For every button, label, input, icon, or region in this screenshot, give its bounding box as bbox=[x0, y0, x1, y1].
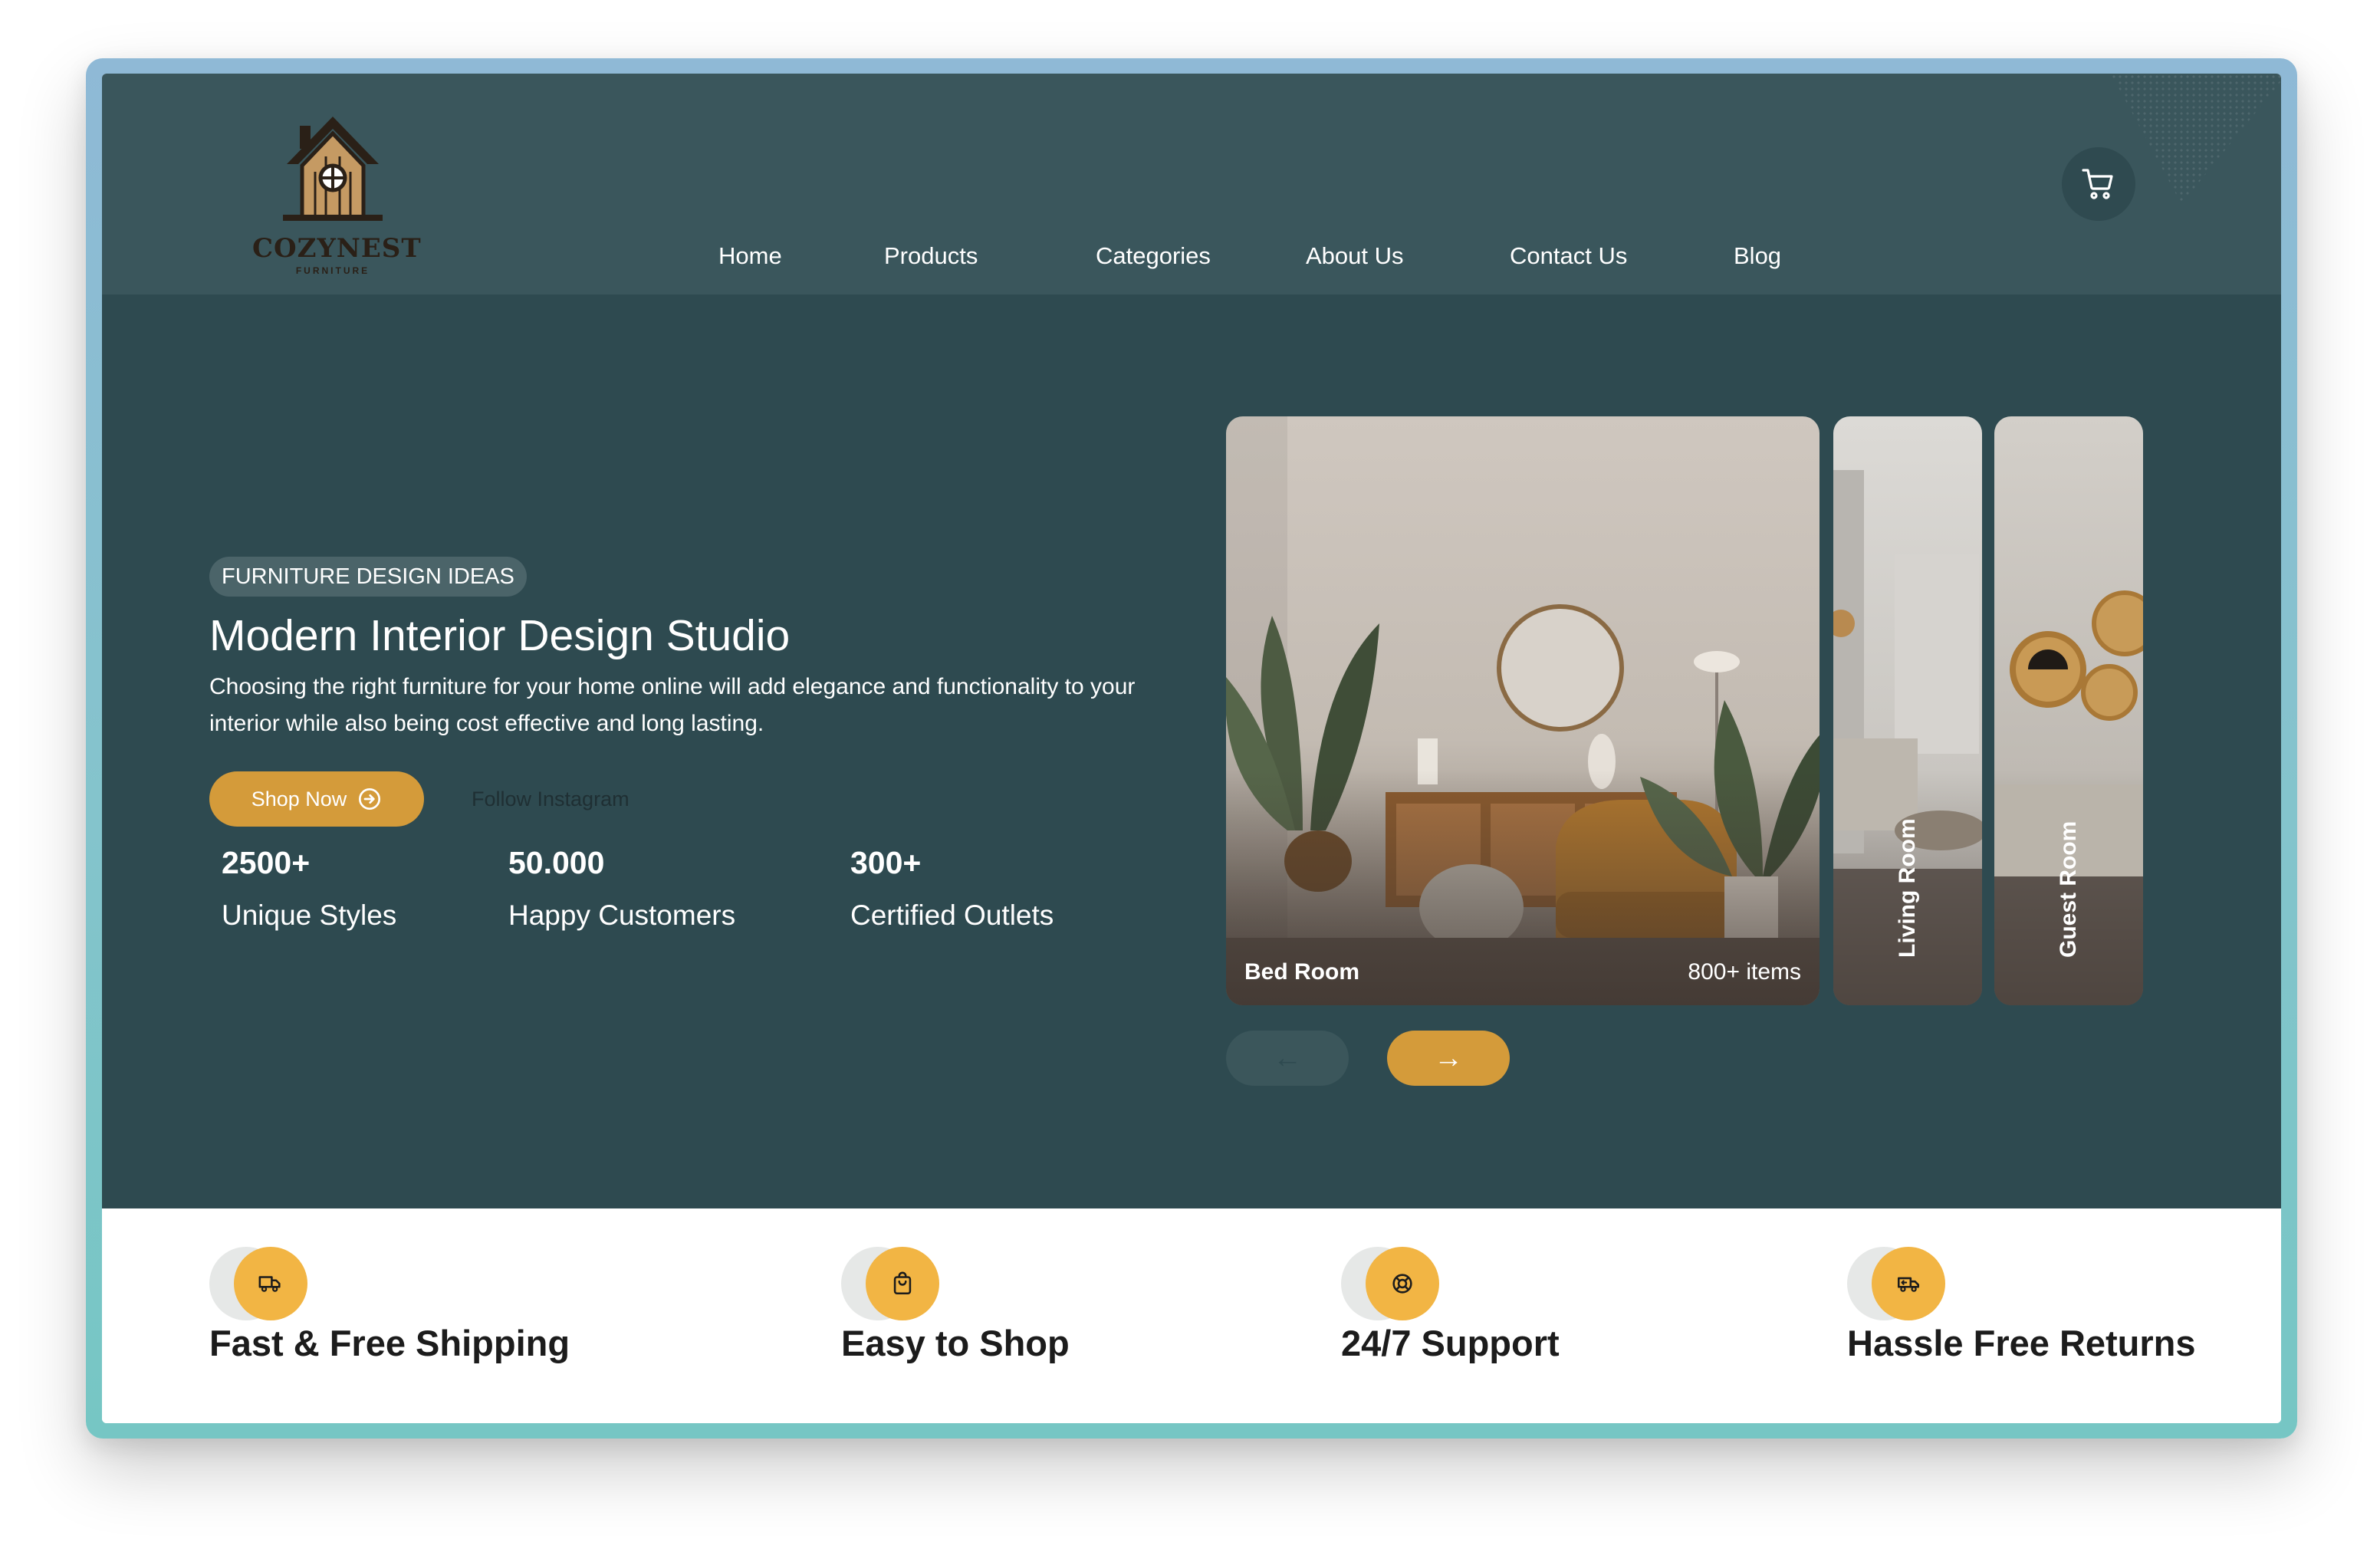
shop-now-button[interactable]: Shop Now bbox=[209, 771, 424, 827]
stat-value: 300+ bbox=[850, 845, 922, 880]
brand-name: COZYNEST bbox=[252, 233, 422, 264]
feature-title: 24/7 Support bbox=[1341, 1323, 1560, 1363]
feature-easy-shop: Easy to Shop bbox=[841, 1247, 1070, 1364]
shopping-bag-icon bbox=[893, 1271, 912, 1295]
card-title: Guest Room bbox=[2056, 820, 2081, 958]
nav-blog[interactable]: Blog bbox=[1734, 242, 1781, 270]
stat-value: 2500+ bbox=[222, 845, 311, 880]
card-item-count: 800+ items bbox=[1688, 959, 1801, 985]
return-truck-icon bbox=[1897, 1277, 1920, 1292]
feature-title: Fast & Free Shipping bbox=[209, 1323, 570, 1363]
features-section: Fast & Free Shipping Easy to Shop 24/7 S… bbox=[102, 1208, 2281, 1423]
icon-circle bbox=[866, 1247, 939, 1320]
follow-instagram-link[interactable]: Follow Instagram bbox=[472, 781, 630, 817]
prev-arrow-button[interactable]: ← bbox=[1226, 1031, 1349, 1086]
category-card-guest-room[interactable]: Guest Room bbox=[1994, 416, 2143, 1005]
nav-contact-us[interactable]: Contact Us bbox=[1510, 242, 1627, 270]
feature-title: Easy to Shop bbox=[841, 1323, 1070, 1363]
card-title: Living Room bbox=[1895, 818, 1920, 958]
page: COZYNEST FURNITURE Home Products Categor… bbox=[102, 74, 2281, 1423]
stat-happy-customers: 50.000 Happy Customers bbox=[508, 845, 735, 932]
feature-returns: Hassle Free Returns bbox=[1847, 1247, 2196, 1364]
hero-title: Modern Interior Design Studio bbox=[209, 611, 791, 660]
nav-categories[interactable]: Categories bbox=[1096, 242, 1211, 270]
next-arrow-button[interactable]: → bbox=[1387, 1031, 1510, 1086]
nav-about-us[interactable]: About Us bbox=[1306, 242, 1404, 270]
category-card-bed-room[interactable]: Bed Room 800+ items bbox=[1226, 416, 1820, 1005]
feature-icon-group bbox=[841, 1247, 941, 1320]
brand-subtitle: FURNITURE bbox=[295, 265, 370, 276]
bed-room-image bbox=[1226, 416, 1820, 1005]
feature-support: 24/7 Support bbox=[1341, 1247, 1560, 1364]
cart-icon bbox=[2082, 169, 2113, 199]
category-card-living-room[interactable]: Living Room bbox=[1833, 416, 1982, 1005]
hero-section: FURNITURE DESIGN IDEAS Modern Interior D… bbox=[102, 294, 2281, 1208]
stat-label: Happy Customers bbox=[508, 899, 736, 931]
stat-unique-styles: 2500+ Unique Styles bbox=[222, 845, 396, 932]
decorative-pattern bbox=[2111, 74, 2281, 204]
stat-label: Unique Styles bbox=[222, 899, 397, 931]
stat-label: Certified Outlets bbox=[850, 899, 1054, 931]
lifebuoy-icon bbox=[1392, 1274, 1412, 1294]
brand-logo[interactable]: COZYNEST FURNITURE bbox=[252, 110, 421, 276]
feature-icon-group bbox=[1341, 1247, 1441, 1320]
feature-icon-group bbox=[1847, 1247, 1947, 1320]
nav-products[interactable]: Products bbox=[884, 242, 978, 270]
house-logo-icon bbox=[283, 117, 383, 221]
feature-shipping: Fast & Free Shipping bbox=[209, 1247, 570, 1364]
feature-title: Hassle Free Returns bbox=[1847, 1323, 2196, 1363]
nav-home[interactable]: Home bbox=[718, 242, 782, 270]
stat-certified-outlets: 300+ Certified Outlets bbox=[850, 845, 1054, 932]
shop-now-label: Shop Now bbox=[251, 787, 347, 811]
card-title: Bed Room bbox=[1244, 959, 1359, 985]
icon-circle bbox=[1872, 1247, 1945, 1320]
site-header: COZYNEST FURNITURE Home Products Categor… bbox=[102, 74, 2281, 294]
stat-value: 50.000 bbox=[508, 845, 605, 880]
hero-description: Choosing the right furniture for your ho… bbox=[209, 674, 1136, 736]
cart-button[interactable] bbox=[2062, 147, 2135, 221]
arrow-circle-right-icon bbox=[359, 788, 381, 810]
hero-badge: FURNITURE DESIGN IDEAS bbox=[209, 557, 527, 597]
icon-circle bbox=[1366, 1247, 1439, 1320]
icon-circle bbox=[234, 1247, 307, 1320]
truck-icon bbox=[258, 1276, 281, 1292]
feature-icon-group bbox=[209, 1247, 309, 1320]
